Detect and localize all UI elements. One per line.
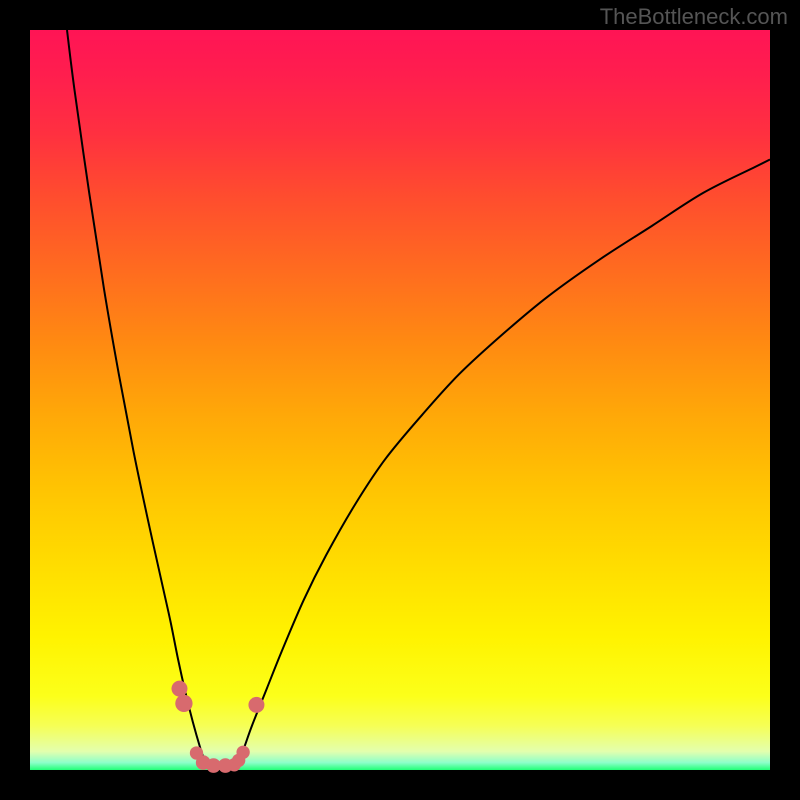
data-marker [236,746,249,759]
watermark-text: TheBottleneck.com [600,4,788,30]
curve-right-branch [237,160,770,766]
chart-plot-area [30,30,770,770]
data-marker [248,697,264,713]
chart-svg [30,30,770,770]
data-marker [175,695,192,712]
curve-left-branch [67,30,206,766]
data-marker [171,681,187,697]
